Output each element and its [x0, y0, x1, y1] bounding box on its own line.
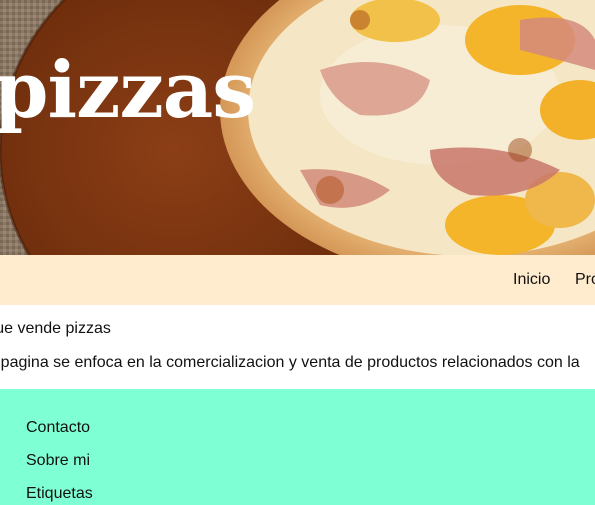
hero-banner: pizzas	[0, 0, 595, 255]
nav-link-inicio[interactable]: Inicio	[513, 271, 550, 289]
footer: Contacto Sobre mi Etiquetas	[0, 389, 595, 505]
tagline-text: a que vende pizzas	[0, 320, 111, 337]
footer-link-sobre-mi[interactable]: Sobre mi	[26, 452, 90, 470]
site-title: pizzas	[0, 45, 256, 136]
nav-link-productos[interactable]: Pro	[575, 271, 595, 289]
footer-link-etiquetas[interactable]: Etiquetas	[26, 485, 93, 503]
top-navigation: Inicio Pro	[0, 255, 595, 305]
description-text: ra pagina se enfoca en la comercializaci…	[0, 354, 580, 371]
footer-link-contacto[interactable]: Contacto	[26, 419, 90, 437]
